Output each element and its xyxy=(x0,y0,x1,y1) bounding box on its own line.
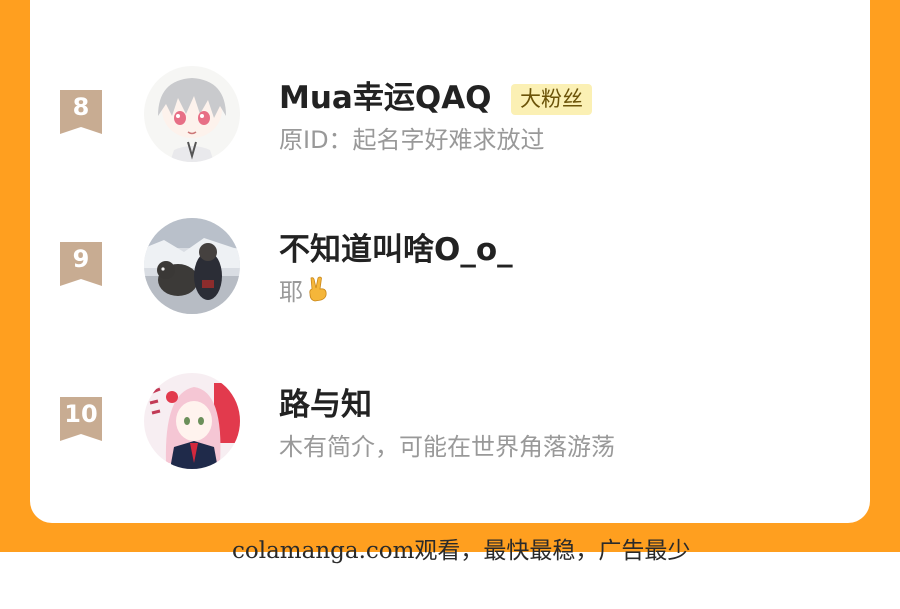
user-bio: 木有简介，可能在世界角落游荡 xyxy=(279,433,615,461)
avatar-pink-haired-anime-girl-icon[interactable] xyxy=(144,373,240,469)
username[interactable]: Mua幸运QAQ xyxy=(279,78,492,118)
ranking-row-8[interactable]: 8 Mua幸运QAQ 大粉丝 原ID：起名字好难求放过 xyxy=(0,48,900,162)
user-bio: 耶 xyxy=(279,275,329,311)
victory-hand-icon xyxy=(307,276,329,311)
watermark-footer: colamanga.com观看，最快最稳，广告最少 xyxy=(232,538,691,564)
avatar-white-haired-anime-boy-icon[interactable] xyxy=(144,66,240,162)
fan-level-badge: 大粉丝 xyxy=(511,84,592,115)
ranking-row-9[interactable]: 9 不知道叫啥O_o_ 耶 xyxy=(0,200,900,314)
rank-number: 10 xyxy=(64,400,98,428)
bio-text: 耶 xyxy=(279,278,303,306)
rank-ribbon-icon: 8 xyxy=(60,90,102,134)
ranking-row-10[interactable]: 10 路与知 木有简介，可能在世界角落游荡 xyxy=(0,355,900,469)
rank-ribbon-icon: 10 xyxy=(60,397,102,441)
username[interactable]: 不知道叫啥O_o_ xyxy=(279,230,513,270)
user-bio: 原ID：起名字好难求放过 xyxy=(279,126,545,154)
rank-number: 8 xyxy=(72,93,90,121)
username[interactable]: 路与知 xyxy=(279,385,372,425)
rank-number: 9 xyxy=(72,245,90,273)
rank-ribbon-icon: 9 xyxy=(60,242,102,286)
avatar-snowy-photo-with-dog-icon[interactable] xyxy=(144,218,240,314)
